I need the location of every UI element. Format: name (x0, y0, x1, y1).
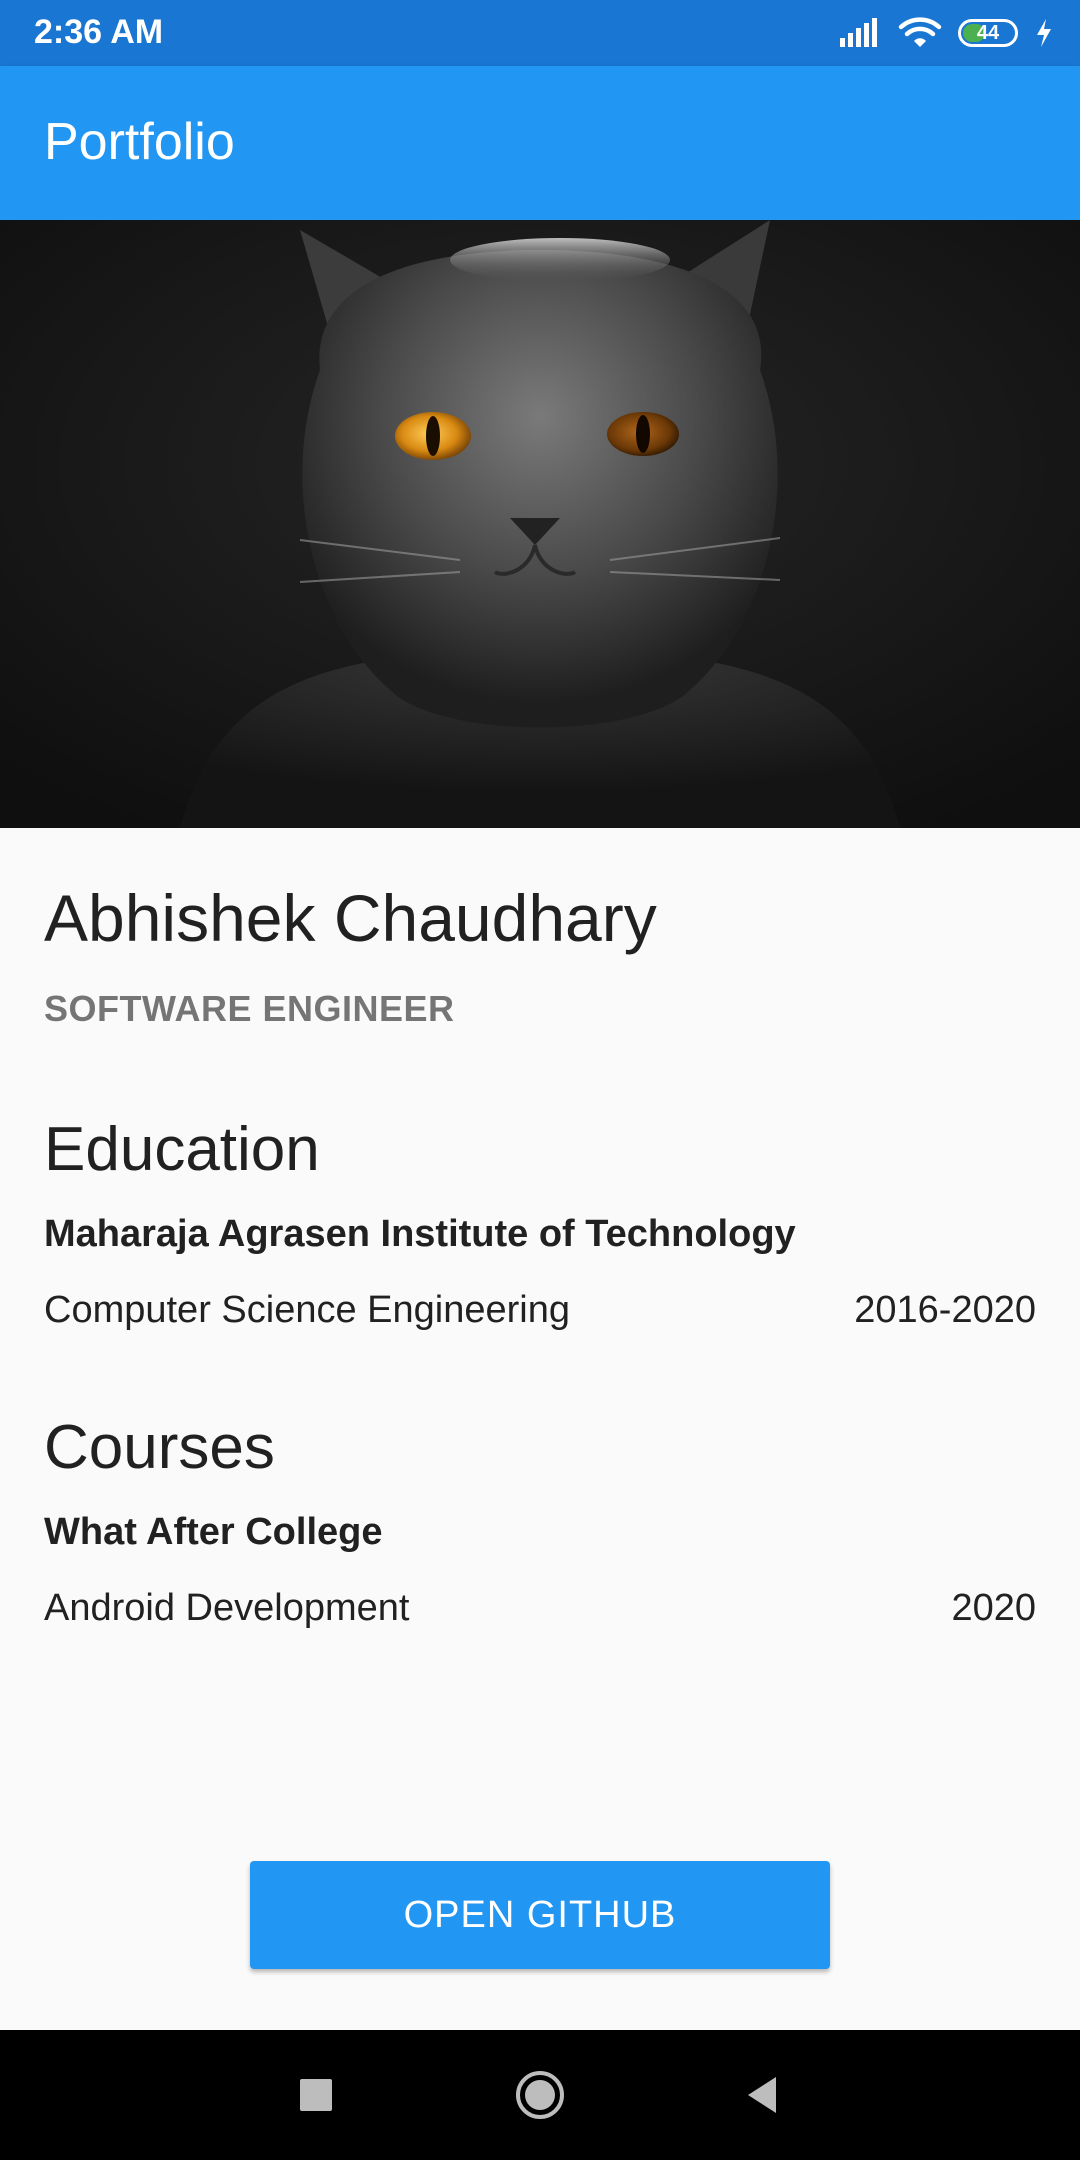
courses-heading: Courses (44, 1413, 275, 1482)
signal-icon (840, 18, 877, 47)
education-institution: Maharaja Agrasen Institute of Technology (44, 1213, 796, 1255)
back-icon (748, 2077, 776, 2113)
status-time: 2:36 AM (34, 13, 164, 51)
profile-name: Abhishek Chaudhary (44, 881, 657, 955)
open-github-button[interactable]: OPEN GITHUB (250, 1861, 830, 1969)
cat-portrait (0, 220, 1080, 828)
education-course: Computer Science Engineering (44, 1289, 570, 1331)
hero-image (0, 220, 1080, 828)
status-icons: 44 (838, 14, 1054, 52)
education-heading: Education (44, 1115, 320, 1184)
recents-icon (300, 2079, 332, 2111)
status-bar: 2:36 AM 44 (0, 0, 1080, 66)
app-title: Portfolio (44, 113, 235, 171)
battery-icon: 44 (958, 19, 1018, 47)
wifi-icon (898, 17, 942, 47)
courses-provider: What After College (44, 1511, 383, 1553)
courses-course: Android Development (44, 1587, 410, 1629)
home-button[interactable] (508, 2063, 572, 2127)
navigation-bar (0, 2030, 1080, 2160)
courses-year: 2020 (951, 1587, 1036, 1629)
education-years: 2016-2020 (854, 1289, 1036, 1331)
charging-icon (1037, 19, 1051, 47)
app-bar: Portfolio (0, 66, 1080, 220)
recents-button[interactable] (284, 2063, 348, 2127)
battery-level: 44 (976, 22, 1000, 44)
profile-role: SOFTWARE ENGINEER (44, 988, 455, 1029)
back-button[interactable] (730, 2063, 794, 2127)
education-row: Computer Science Engineering 2016-2020 (44, 1287, 1036, 1333)
courses-row: Android Development 2020 (44, 1585, 1036, 1631)
home-icon (516, 2071, 564, 2119)
